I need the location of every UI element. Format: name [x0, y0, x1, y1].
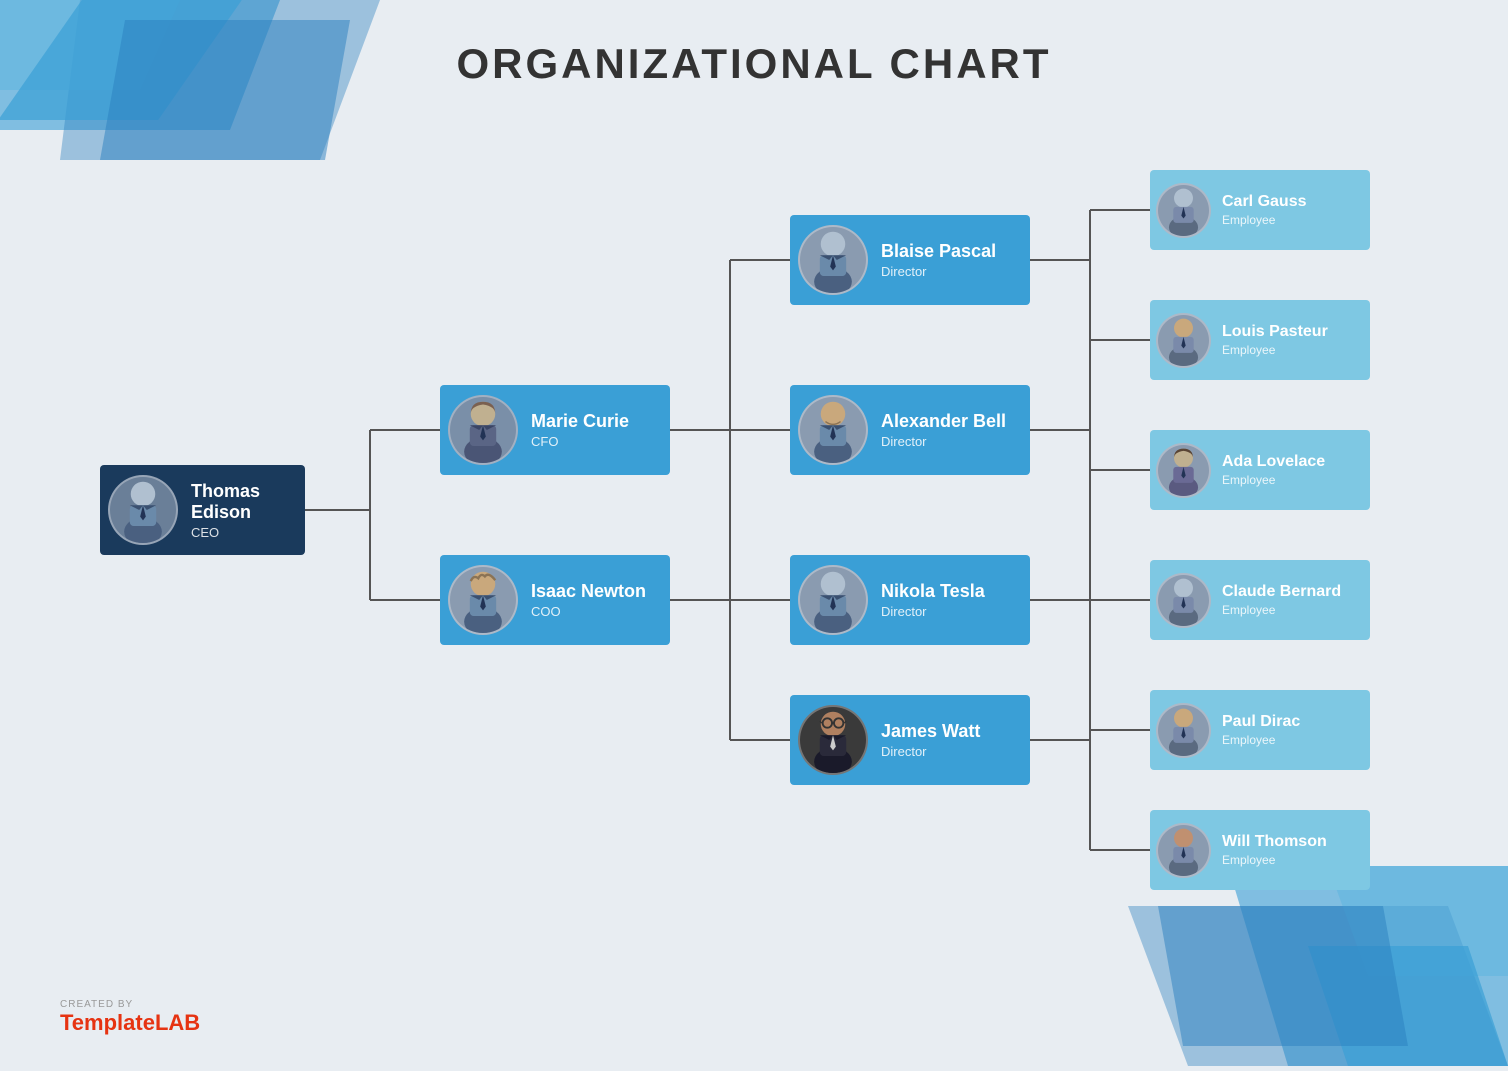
employee-lovelace-node: Ada Lovelace Employee [1150, 430, 1370, 510]
watermark-created-by: CREATED BY [60, 999, 200, 1010]
employee-bernard-node: Claude Bernard Employee [1150, 560, 1370, 640]
employee-thomson-name: Will Thomson [1222, 833, 1327, 851]
employee-gauss-name: Carl Gauss [1222, 193, 1306, 211]
employee-dirac-node: Paul Dirac Employee [1150, 690, 1370, 770]
vp-newton-name: Isaac Newton [531, 581, 646, 602]
vp-newton-avatar-icon [450, 567, 516, 633]
director-pascal-name: Blaise Pascal [881, 241, 996, 262]
ceo-node: Thomas Edison CEO [100, 465, 305, 555]
director-tesla-name: Nikola Tesla [881, 581, 985, 602]
director-bell-role: Director [881, 434, 1006, 449]
director-watt-role: Director [881, 744, 980, 759]
director-bell-avatar-icon [800, 397, 866, 463]
director-pascal-node: Blaise Pascal Director [790, 215, 1030, 305]
director-pascal-avatar-icon [800, 227, 866, 293]
watermark-brand-part2: LAB [155, 1010, 200, 1035]
director-tesla-role: Director [881, 604, 985, 619]
employee-dirac-name: Paul Dirac [1222, 713, 1300, 731]
employee-pasteur-avatar-icon [1158, 315, 1209, 366]
vp-curie-name: Marie Curie [531, 411, 629, 432]
director-bell-name: Alexander Bell [881, 411, 1006, 432]
employee-dirac-avatar-icon [1158, 705, 1209, 756]
employee-thomson-role: Employee [1222, 853, 1327, 867]
employee-pasteur-node: Louis Pasteur Employee [1150, 300, 1370, 380]
employee-gauss-node: Carl Gauss Employee [1150, 170, 1370, 250]
employee-pasteur-name: Louis Pasteur [1222, 323, 1328, 341]
employee-lovelace-avatar-icon [1158, 445, 1209, 496]
employee-dirac-role: Employee [1222, 733, 1300, 747]
vp-curie-avatar-icon [450, 397, 516, 463]
director-watt-avatar-icon [800, 707, 866, 773]
director-bell-node: Alexander Bell Director [790, 385, 1030, 475]
employee-gauss-avatar-icon [1158, 185, 1209, 236]
employee-bernard-name: Claude Bernard [1222, 583, 1341, 601]
employee-bernard-role: Employee [1222, 603, 1341, 617]
vp-newton-node: Isaac Newton COO [440, 555, 670, 645]
director-tesla-node: Nikola Tesla Director [790, 555, 1030, 645]
employee-lovelace-role: Employee [1222, 473, 1325, 487]
employee-thomson-node: Will Thomson Employee [1150, 810, 1370, 890]
org-chart: Thomas Edison CEO Marie Curie [50, 120, 1478, 966]
vp-curie-role: CFO [531, 434, 629, 449]
director-tesla-avatar-icon [800, 567, 866, 633]
ceo-name: Thomas Edison [191, 481, 290, 523]
vp-curie-node: Marie Curie CFO [440, 385, 670, 475]
watermark-brand-part1: Template [60, 1010, 155, 1035]
employee-gauss-role: Employee [1222, 213, 1306, 227]
watermark-brand: TemplateLAB [60, 1010, 200, 1036]
employee-thomson-avatar-icon [1158, 825, 1209, 876]
employee-lovelace-name: Ada Lovelace [1222, 453, 1325, 471]
employee-bernard-avatar-icon [1158, 575, 1209, 626]
director-pascal-role: Director [881, 264, 996, 279]
watermark: CREATED BY TemplateLAB [60, 999, 200, 1036]
director-watt-node: James Watt Director [790, 695, 1030, 785]
ceo-role: CEO [191, 525, 290, 540]
page-title: ORGANIZATIONAL CHART [456, 40, 1051, 88]
ceo-avatar-icon [110, 477, 176, 543]
vp-newton-role: COO [531, 604, 646, 619]
employee-pasteur-role: Employee [1222, 343, 1328, 357]
director-watt-name: James Watt [881, 721, 980, 742]
